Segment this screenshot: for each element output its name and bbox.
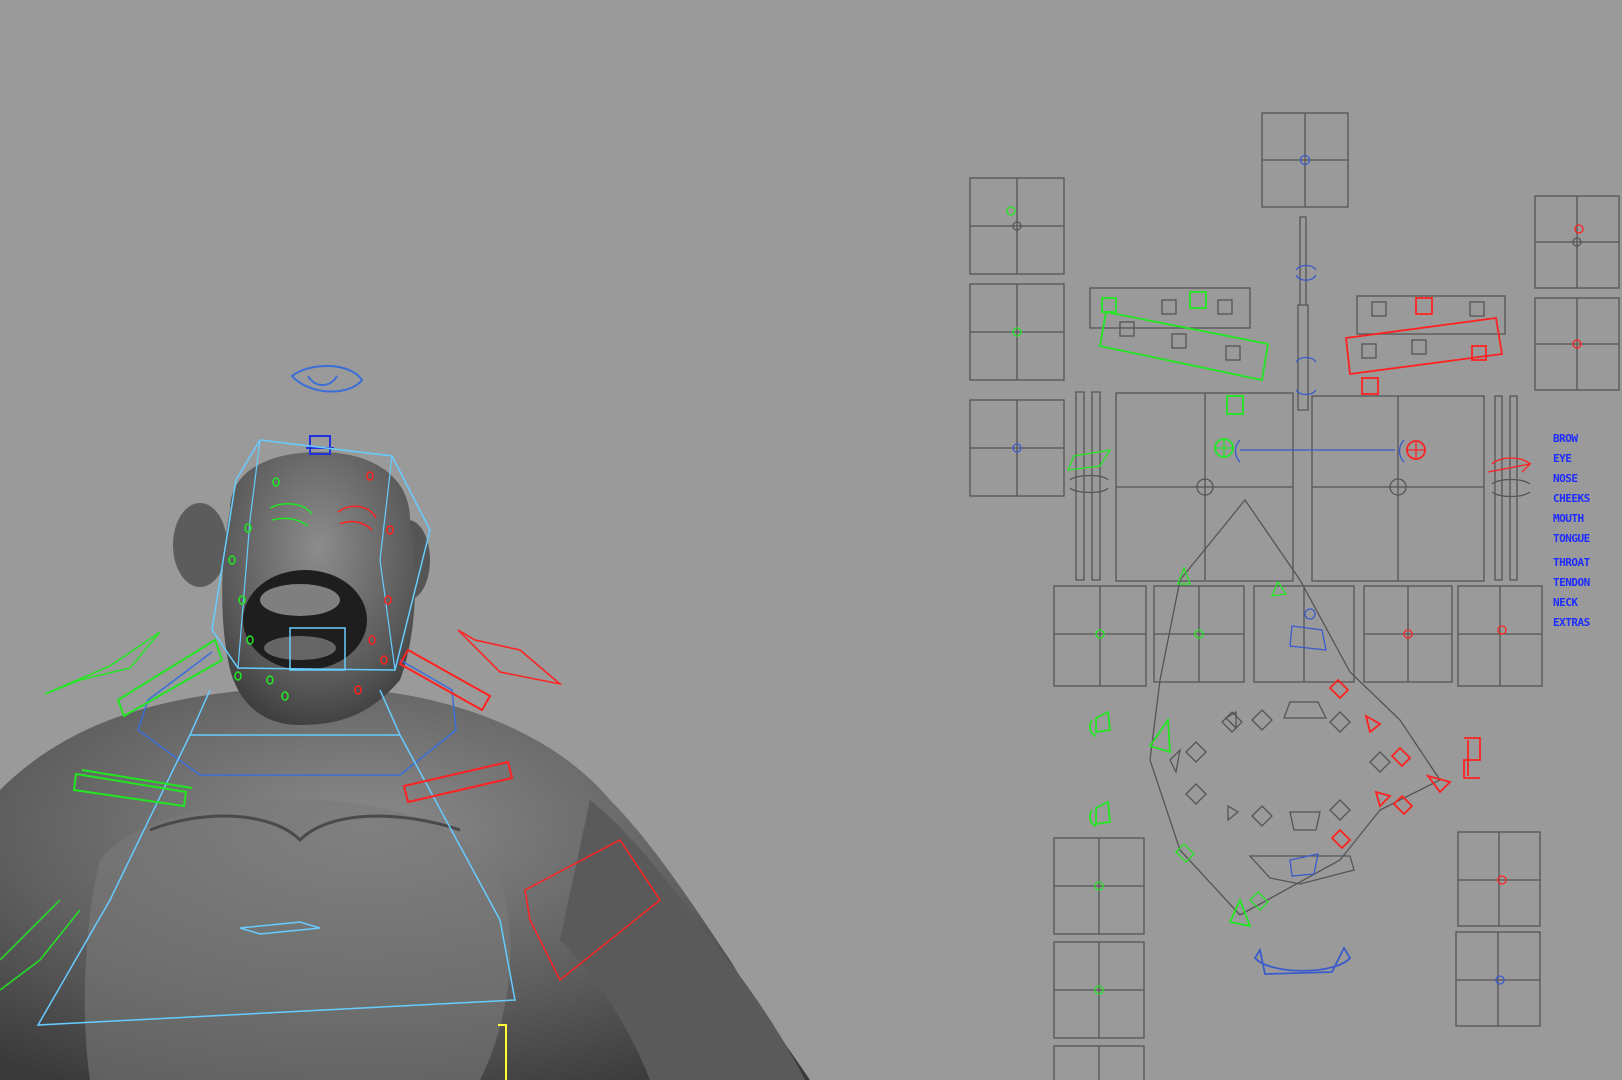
picker-label-extras[interactable]: EXTRAS xyxy=(1553,616,1590,630)
picker-section-labels: BROW EYE NOSE CHEEKS MOUTH TONGUE THROAT… xyxy=(1553,432,1619,630)
eye-aim-link xyxy=(1234,439,1405,463)
picker-label-tongue[interactable]: TONGUE xyxy=(1553,532,1590,546)
picker-label-cheeks[interactable]: CHEEKS xyxy=(1553,492,1590,506)
picker-label-throat[interactable]: THROAT xyxy=(1553,556,1590,570)
picker-label-eye[interactable]: EYE xyxy=(1553,452,1572,466)
chin-picker xyxy=(1253,946,1352,975)
picker-label-brow[interactable]: BROW xyxy=(1553,432,1578,446)
left-brow-shape xyxy=(1089,287,1251,329)
picker-label-mouth[interactable]: MOUTH xyxy=(1553,512,1584,526)
facial-picker[interactable] xyxy=(0,0,1622,1080)
picker-label-tendon[interactable]: TENDON xyxy=(1553,576,1590,590)
picker-label-nose[interactable]: NOSE xyxy=(1553,472,1578,486)
picker-label-neck[interactable]: NECK xyxy=(1553,596,1578,610)
3d-viewport[interactable]: BROW EYE NOSE CHEEKS MOUTH TONGUE THROAT… xyxy=(0,0,1622,1080)
